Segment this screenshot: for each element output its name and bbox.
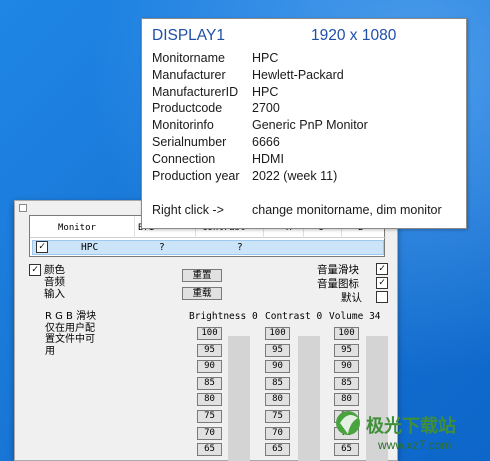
brightness-preset-button[interactable]: 75 <box>197 410 222 423</box>
rgb-note-line: R G B 滑块 <box>45 311 97 322</box>
volume-icon-label: 音量图标 <box>317 278 359 290</box>
row-contrast: ? <box>237 242 243 253</box>
brightness-preset-button[interactable]: 65 <box>197 443 222 457</box>
info-key: Manufacturer <box>152 67 226 82</box>
info-value: HPC <box>252 84 279 99</box>
contrast-preset-button[interactable]: 65 <box>265 443 290 457</box>
brightness-preset-button[interactable]: 85 <box>197 376 222 390</box>
audio-label: 音频 <box>44 276 65 288</box>
row-bri: ? <box>159 242 165 253</box>
reset-button[interactable]: 重置 <box>182 269 222 282</box>
rgb-note-line: 用 <box>45 345 55 357</box>
brightness-preset-button[interactable]: 80 <box>197 393 222 407</box>
brightness-preset-button[interactable]: 90 <box>197 360 222 374</box>
watermark-brand: 极光下载站 <box>366 416 456 437</box>
contrast-preset-button[interactable]: 80 <box>265 393 290 407</box>
default-label: 默认 <box>341 292 362 304</box>
volume-preset-button[interactable]: 95 <box>334 343 359 357</box>
info-value: Hewlett-Packard <box>252 67 344 82</box>
brightness-label: Brightness 0 <box>189 311 258 322</box>
reload-button[interactable]: 重载 <box>182 287 222 300</box>
contrast-preset-button[interactable]: 95 <box>265 343 290 357</box>
info-key: Monitorinfo <box>152 118 214 133</box>
info-key: Connection <box>152 151 216 166</box>
volume-slider-checkbox[interactable]: ✓ <box>376 263 388 275</box>
info-key: Productcode <box>152 101 223 116</box>
watermark: 极光下载站 www.xz7.com <box>330 398 490 461</box>
brightness-slider-track[interactable] <box>228 336 250 461</box>
contrast-preset-button[interactable]: 70 <box>265 426 290 440</box>
info-key: ManufacturerID <box>152 84 239 99</box>
brightness-preset-button[interactable]: 100 <box>197 327 222 340</box>
brightness-preset-button[interactable]: 70 <box>197 426 222 440</box>
monitor-row-checkbox[interactable]: ✓ <box>36 241 48 253</box>
volume-preset-button[interactable]: 85 <box>334 376 359 390</box>
display-resolution: 1920 x 1080 <box>311 27 397 44</box>
info-key: Production year <box>152 168 240 183</box>
info-value: HDMI <box>252 151 284 166</box>
info-key: Serialnumber <box>152 135 227 149</box>
hint-value: change monitorname, dim monitor <box>252 203 442 217</box>
display-name: DISPLAY1 <box>152 27 225 44</box>
volume-slider-label: 音量滑块 <box>317 264 359 276</box>
color-label: 颜色 <box>44 264 65 276</box>
col-monitor[interactable]: Monitor <box>58 223 96 233</box>
volume-icon-checkbox[interactable]: ✓ <box>376 277 388 289</box>
row-monitor-name: HPC <box>81 242 99 253</box>
color-checkbox[interactable]: ✓ <box>29 264 41 276</box>
contrast-preset-button[interactable]: 75 <box>265 410 290 423</box>
brightness-preset-button[interactable]: 95 <box>197 343 222 357</box>
rgb-note-line: 置文件中可 <box>45 334 95 345</box>
contrast-slider-track[interactable] <box>298 336 320 461</box>
contrast-preset-button[interactable]: 85 <box>265 376 290 390</box>
contrast-label: Contrast 0 <box>265 311 323 322</box>
info-value: HPC <box>252 51 279 65</box>
volume-preset-button[interactable]: 100 <box>334 327 359 340</box>
default-checkbox[interactable] <box>376 291 388 303</box>
watermark-url: www.xz7.com <box>378 438 452 452</box>
table-row[interactable]: ✓ HPC ? ? <box>32 240 384 255</box>
volume-label: Volume 34 <box>329 311 381 322</box>
contrast-preset-button[interactable]: 90 <box>265 360 290 374</box>
display-info-tooltip: DISPLAY1 1920 x 1080 Monitorname HPC Manuf… <box>141 18 467 229</box>
contrast-preset-button[interactable]: 100 <box>265 327 290 340</box>
rgb-slider-note: R G B 滑块 仅在用户配 置文件中可用 <box>45 311 123 357</box>
window-system-icon[interactable] <box>19 204 27 212</box>
info-value: 2022 (week 11) <box>252 168 338 183</box>
rgb-note-line: 仅在用户配 <box>45 322 95 334</box>
info-value: 6666 <box>252 135 280 149</box>
volume-preset-button[interactable]: 90 <box>334 360 359 374</box>
hint-key: Right click -> <box>152 203 224 217</box>
info-value: Generic PnP Monitor <box>252 118 368 133</box>
info-value: 2700 <box>252 101 280 116</box>
input-label: 输入 <box>44 288 65 300</box>
info-key: Monitorname <box>152 51 225 65</box>
